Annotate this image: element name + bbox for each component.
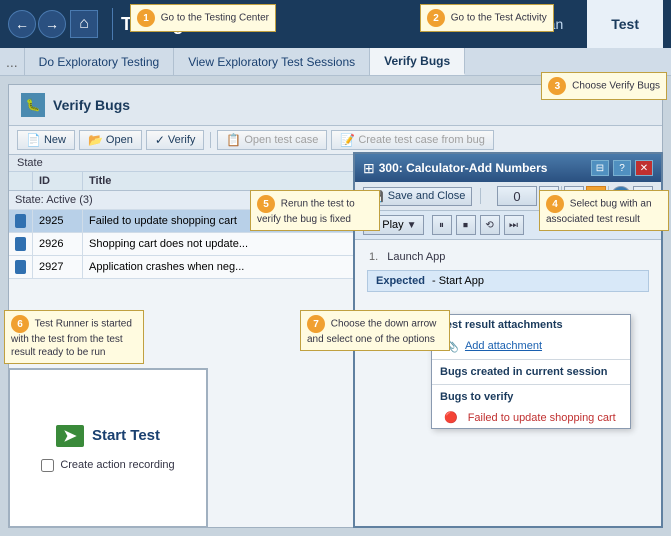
verify-icon: ✓ <box>155 133 165 147</box>
dropdown-bug-item[interactable]: 🔴 Failed to update shopping cart <box>432 407 630 428</box>
row1-checkbox <box>9 210 33 232</box>
expected-label: Expected <box>376 275 425 287</box>
new-button[interactable]: 📄 New <box>17 130 75 150</box>
calc-window: ⊞ 300: Calculator-Add Numbers ⊟ ? ✕ 💾 Sa… <box>353 152 663 528</box>
dropdown-sep1 <box>432 359 630 360</box>
play-dropdown-arrow[interactable]: ▼ <box>407 220 417 231</box>
col-id: ID <box>33 172 83 190</box>
calc-title-text: 300: Calculator-Add Numbers <box>379 161 587 175</box>
sep3 <box>561 186 562 206</box>
open-icon: 📂 <box>88 133 103 147</box>
subnav-item-verify-bugs[interactable]: Verify Bugs <box>370 48 465 75</box>
down-arrow-button[interactable]: ▼ <box>586 186 606 206</box>
main-area: 🐛 Verify Bugs 📄 New 📂 Open ✓ Verify 📋 Op… <box>0 76 671 536</box>
calc-toolbar: 💾 Save and Close 0 🗑 ⚙ ▼ i ▼ <box>355 182 661 211</box>
bugs-toolbar: 📄 New 📂 Open ✓ Verify 📋 Open test case 📝… <box>9 126 662 155</box>
calc-play-row: ▶ Play ▼ ⏸ ⏹ ⟲ ⏭ <box>355 211 661 240</box>
back-button[interactable]: ← <box>8 10 36 38</box>
tab-test[interactable]: Test <box>587 0 663 48</box>
bug-icon-1 <box>15 214 26 228</box>
save-close-button[interactable]: 💾 Save and Close <box>363 187 472 206</box>
expected-text: - Start App <box>432 275 484 287</box>
panel-title: Verify Bugs <box>53 97 130 113</box>
create-test-case-button[interactable]: 📝 Create test case from bug <box>331 130 494 150</box>
start-test-button[interactable]: ➤ Start Test <box>56 425 160 447</box>
step-text: Launch App <box>387 251 445 263</box>
col-checkbox <box>9 172 33 190</box>
nav-bar: ← → ⌂ Testing Center ▼ Plan Test <box>0 0 671 48</box>
dropdown-menu: Test result attachments 📎 Add attachment… <box>431 314 631 429</box>
row2-checkbox <box>9 233 33 255</box>
step-number: 1. <box>369 251 378 263</box>
layout-button[interactable]: ⊟ <box>591 160 609 176</box>
forward-button[interactable]: → <box>38 10 66 38</box>
counter-display: 0 <box>497 186 537 206</box>
nav-tabs: Plan Test <box>511 0 663 48</box>
create-recording-row: Create action recording <box>41 459 174 472</box>
settings-button[interactable]: ⚙ <box>564 186 584 206</box>
nav-dropdown-arrow[interactable]: ▼ <box>250 17 262 31</box>
close-button[interactable]: ✕ <box>635 160 653 176</box>
stop-button[interactable]: ⏹ <box>456 215 476 235</box>
dropdown-header-3: Bugs to verify <box>432 387 630 407</box>
tab-plan[interactable]: Plan <box>511 0 587 48</box>
sub-nav: ... Do Exploratory Testing View Explorat… <box>0 48 671 76</box>
save-icon: 💾 <box>370 190 384 203</box>
toolbar-sep <box>210 132 211 148</box>
sep4 <box>608 186 609 206</box>
dropdown-header-1: Test result attachments <box>432 315 630 335</box>
sub-nav-more[interactable]: ... <box>0 48 25 75</box>
start-test-panel: ➤ Start Test Create action recording <box>8 368 208 528</box>
verify-button[interactable]: ✓ Verify <box>146 130 205 150</box>
bug-icon-2 <box>15 237 26 251</box>
bug-flag-icon: 🔴 <box>444 411 458 424</box>
open-button[interactable]: 📂 Open <box>79 130 142 150</box>
home-icon: ⌂ <box>79 15 89 33</box>
calc-title-bar: ⊞ 300: Calculator-Add Numbers ⊟ ? ✕ <box>355 154 661 182</box>
panel-header: 🐛 Verify Bugs <box>9 85 662 126</box>
subnav-item-sessions[interactable]: View Exploratory Test Sessions <box>174 48 370 75</box>
skip-button[interactable]: ⏭ <box>504 215 524 235</box>
nav-separator <box>112 8 113 40</box>
forward-icon: → <box>45 16 59 32</box>
calc-steps-area: 1. Launch App Expected - Start App <box>355 240 661 304</box>
calc-title-icon: ⊞ <box>363 160 375 177</box>
step-row: 1. Launch App <box>363 248 653 266</box>
expand-button[interactable]: ▼ <box>633 186 653 206</box>
open-test-case-icon: 📋 <box>226 133 241 147</box>
dropdown-sep2 <box>432 384 630 385</box>
toolbar-sep2 <box>480 188 481 204</box>
rewind-button[interactable]: ⟲ <box>480 215 500 235</box>
bug-icon-3 <box>15 260 26 274</box>
info-button[interactable]: i <box>611 186 631 206</box>
pause-button[interactable]: ⏸ <box>432 215 452 235</box>
help-button[interactable]: ? <box>613 160 631 176</box>
open-test-case-button[interactable]: 📋 Open test case <box>217 130 327 150</box>
new-icon: 📄 <box>26 133 41 147</box>
trash-button[interactable]: 🗑 <box>539 186 559 206</box>
panel-header-icon: 🐛 <box>21 93 45 117</box>
dropdown-header-2: Bugs created in current session <box>432 362 630 382</box>
dropdown-add-attachment[interactable]: 📎 Add attachment <box>432 335 630 357</box>
row1-id: 2925 <box>33 210 83 232</box>
attachment-icon: 📎 <box>444 339 459 353</box>
expected-row: Expected - Start App <box>367 270 649 292</box>
home-button[interactable]: ⌂ <box>70 10 98 38</box>
play-icon: ▶ <box>370 218 379 232</box>
row2-id: 2926 <box>33 233 83 255</box>
back-icon: ← <box>15 16 29 32</box>
row3-id: 2927 <box>33 256 83 278</box>
subnav-item-exploratory[interactable]: Do Exploratory Testing <box>25 48 175 75</box>
create-recording-checkbox[interactable] <box>41 459 54 472</box>
calc-icon-group: 0 🗑 ⚙ ▼ i ▼ <box>497 186 653 206</box>
row3-checkbox <box>9 256 33 278</box>
nav-title: Testing Center <box>121 14 246 35</box>
create-test-case-icon: 📝 <box>340 133 355 147</box>
start-arrow-icon: ➤ <box>56 425 84 447</box>
play-button[interactable]: ▶ Play ▼ <box>363 215 424 235</box>
nav-title-area: Testing Center ▼ <box>121 14 511 35</box>
